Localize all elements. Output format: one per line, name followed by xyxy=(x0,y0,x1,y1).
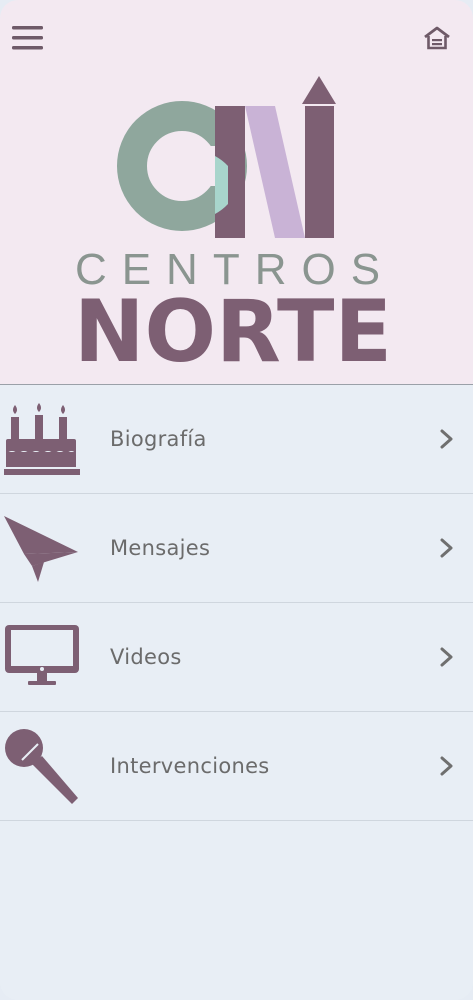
app-screen: CENTROS NORTE Biografía Mensajes Videos … xyxy=(0,0,473,1000)
menu-item-label: Intervenciones xyxy=(110,754,270,778)
chevron-right-icon xyxy=(440,647,453,667)
home-icon[interactable] xyxy=(423,25,451,51)
header: CENTROS NORTE xyxy=(0,0,473,385)
menu-item-label: Mensajes xyxy=(110,536,211,560)
chevron-right-icon xyxy=(440,538,453,558)
birthday-cake-icon xyxy=(4,403,80,475)
menu-list: Biografía Mensajes Videos Intervenciones xyxy=(0,385,473,821)
chevron-right-icon xyxy=(440,429,453,449)
menu-item-label: Biografía xyxy=(110,427,207,451)
logo-text-norte: NORTE xyxy=(74,282,392,370)
menu-item-intervenciones[interactable]: Intervenciones xyxy=(0,712,473,821)
chevron-right-icon xyxy=(440,756,453,776)
menu-item-label: Videos xyxy=(110,645,182,669)
menu-item-biografia[interactable]: Biografía xyxy=(0,385,473,494)
menu-item-mensajes[interactable]: Mensajes xyxy=(0,494,473,603)
microphone-icon xyxy=(5,729,78,804)
monitor-icon xyxy=(5,625,79,685)
centros-norte-logo: CENTROS NORTE xyxy=(74,76,392,370)
hamburger-menu-icon[interactable] xyxy=(12,24,44,52)
paper-plane-icon xyxy=(4,516,78,582)
menu-item-videos[interactable]: Videos xyxy=(0,603,473,712)
